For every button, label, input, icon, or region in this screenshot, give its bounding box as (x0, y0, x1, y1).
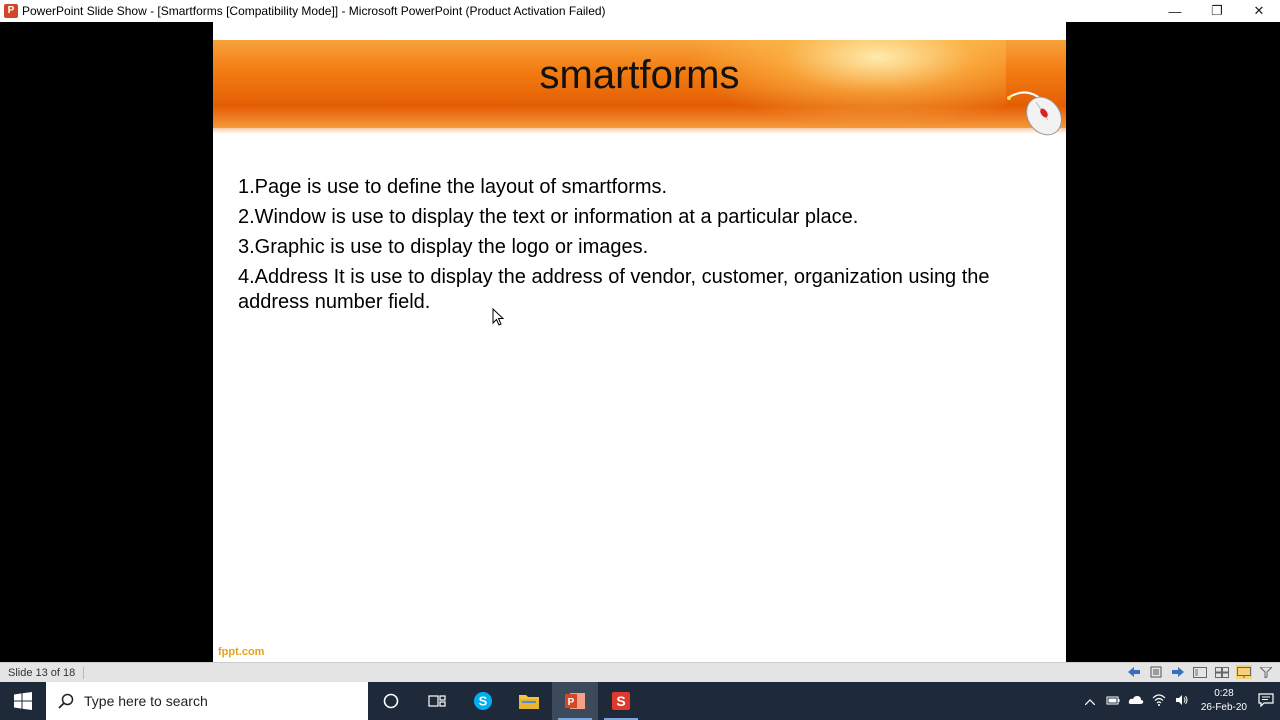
bullet-point: 1.Page is use to define the layout of sm… (238, 176, 668, 198)
window-title: PowerPoint Slide Show - [Smartforms [Com… (22, 4, 606, 18)
windows-taskbar: Type here to search S P S 0:28 26-Feb-20 (0, 682, 1280, 720)
slide-title: smartforms (539, 53, 740, 97)
search-icon (58, 693, 74, 709)
slideshow-view-icon[interactable] (1236, 665, 1252, 679)
cortana-circle-icon (383, 693, 399, 709)
taskbar-search-box[interactable]: Type here to search (46, 682, 368, 720)
previous-slide-icon[interactable] (1126, 665, 1142, 679)
volume-icon[interactable] (1174, 694, 1190, 709)
computer-mouse-icon (1007, 91, 1062, 136)
task-view-icon (428, 695, 446, 707)
powerpoint-app-icon[interactable]: P (4, 4, 18, 18)
svg-text:S: S (616, 693, 625, 709)
red-s-app-icon: S (612, 692, 630, 710)
task-view-button[interactable] (414, 682, 460, 720)
notification-center-icon[interactable] (1258, 692, 1274, 710)
status-bar: Slide 13 of 18 (0, 662, 1280, 682)
next-slide-icon[interactable] (1170, 665, 1186, 679)
start-button[interactable] (0, 682, 46, 720)
cortana-button[interactable] (368, 682, 414, 720)
svg-text:S: S (479, 694, 488, 709)
restore-button[interactable]: ❐ (1196, 0, 1238, 22)
menu-icon[interactable] (1148, 665, 1164, 679)
normal-view-icon[interactable] (1192, 665, 1208, 679)
onedrive-cloud-icon[interactable] (1128, 694, 1144, 708)
slide-sorter-icon[interactable] (1214, 665, 1230, 679)
slide-body: 1.Page is use to define the layout of sm… (238, 175, 1048, 320)
slideshow-stage[interactable]: smartforms 1.Page is use to define the l… (0, 22, 1280, 662)
filter-icon[interactable] (1258, 665, 1274, 679)
search-placeholder: Type here to search (84, 693, 208, 709)
clock-time: 0:28 (1214, 688, 1234, 699)
mouse-pointer-icon (492, 308, 505, 326)
folder-icon (519, 695, 539, 709)
slide-indicator: Slide 13 of 18 (8, 666, 85, 679)
red-s-app-taskbar-button[interactable]: S (598, 682, 644, 720)
close-button[interactable]: ✕ (1238, 0, 1280, 22)
skype-icon: S (474, 692, 492, 710)
file-explorer-taskbar-button[interactable] (506, 682, 552, 720)
windows-logo-icon (14, 692, 32, 710)
window-controls: — ❐ ✕ (1154, 0, 1280, 22)
minimize-button[interactable]: — (1154, 0, 1196, 22)
status-controls (1126, 665, 1274, 679)
bullet-point: 2.Window is use to display the text or i… (238, 206, 859, 228)
skype-taskbar-button[interactable]: S (460, 682, 506, 720)
chevron-up-icon[interactable] (1082, 694, 1098, 708)
clock[interactable]: 0:28 26-Feb-20 (1201, 687, 1247, 715)
bullet-point: 4.Address It is use to display the addre… (238, 266, 990, 313)
slide[interactable]: smartforms 1.Page is use to define the l… (213, 22, 1066, 662)
window-titlebar: P PowerPoint Slide Show - [Smartforms [C… (0, 0, 1280, 22)
powerpoint-taskbar-button[interactable]: P (552, 682, 598, 720)
bullet-point: 3.Graphic is use to display the logo or … (238, 236, 649, 258)
clock-date: 26-Feb-20 (1200, 702, 1247, 713)
footer-logo: fppt.com (218, 646, 265, 658)
powerpoint-icon: P (565, 693, 585, 709)
wifi-icon[interactable] (1151, 693, 1167, 709)
battery-icon[interactable] (1105, 694, 1121, 708)
system-tray: 0:28 26-Feb-20 (1082, 682, 1280, 720)
svg-text:P: P (568, 697, 575, 708)
